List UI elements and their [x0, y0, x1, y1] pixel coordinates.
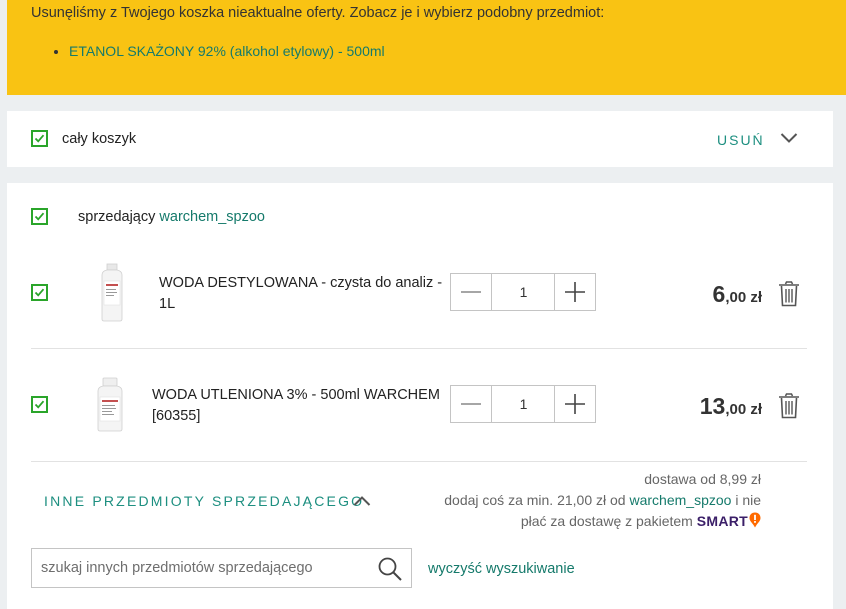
seller-search-input[interactable]	[32, 549, 362, 587]
product-price: 6,00 zł	[642, 281, 762, 308]
remove-button[interactable]: USUŃ	[717, 132, 765, 148]
product-name-line2: [60355]	[152, 408, 201, 424]
quantity-input[interactable]: 1	[492, 274, 555, 310]
row-divider	[31, 461, 807, 462]
price-decimal: ,00 zł	[725, 401, 762, 418]
quantity-stepper: 1	[450, 273, 596, 311]
removed-offers-notice: Usunęliśmy z Twojego koszka nieaktualne …	[7, 0, 846, 95]
select-all-checkbox[interactable]	[31, 130, 48, 147]
increase-quantity-button[interactable]	[554, 274, 595, 310]
notice-message: Usunęliśmy z Twojego koszka nieaktualne …	[31, 5, 605, 21]
seller-name-link[interactable]: warchem_spzoo	[629, 492, 731, 508]
quantity-stepper: 1	[450, 385, 596, 423]
removed-offers-list: ETANOL SKAŻONY 92% (alkohol etylowy) - 5…	[31, 42, 846, 60]
product-thumbnail[interactable]	[94, 377, 126, 433]
chevron-down-icon[interactable]	[780, 132, 798, 144]
seller-section: sprzedający warchem_spzoo WODA DESTYLOWA…	[7, 183, 833, 609]
product-name-line1: WODA DESTYLOWANA - czysta do analiz -	[159, 275, 443, 291]
minus-icon	[461, 291, 481, 293]
check-icon	[34, 212, 45, 221]
product-price: 13,00 zł	[642, 393, 762, 420]
removed-offer-link[interactable]: ETANOL SKAŻONY 92% (alkohol etylowy) - 5…	[69, 42, 846, 60]
increase-quantity-button[interactable]	[554, 386, 595, 422]
product-name-link[interactable]: WODA UTLENIONA 3% - 500ml WARCHEM [60355…	[152, 385, 440, 427]
product-name-line1: WODA UTLENIONA 3% - 500ml WARCHEM	[152, 387, 440, 403]
price-integer: 6	[712, 281, 726, 307]
product-name-link[interactable]: WODA DESTYLOWANA - czysta do analiz - 1L	[159, 273, 442, 315]
search-icon[interactable]	[377, 556, 403, 582]
check-icon	[34, 134, 45, 143]
other-seller-items-toggle[interactable]: INNE PRZEDMIOTY SPRZEDAJĄCEGO	[44, 493, 364, 509]
trash-icon[interactable]	[778, 393, 800, 419]
row-divider	[31, 348, 807, 349]
smart-badge-icon	[749, 512, 761, 528]
seller-name-link[interactable]: warchem_spzoo	[159, 209, 265, 225]
minus-icon	[461, 403, 481, 405]
clear-search-link[interactable]: wyczyść wyszukiwanie	[428, 561, 575, 577]
seller-search-box	[31, 548, 412, 588]
check-icon	[34, 400, 45, 409]
plus-icon	[565, 394, 585, 414]
product-checkbox[interactable]	[31, 284, 48, 301]
decrease-quantity-button[interactable]	[451, 274, 492, 310]
product-name-line2: 1L	[159, 296, 176, 312]
seller-label: sprzedający warchem_spzoo	[78, 209, 265, 225]
seller-checkbox[interactable]	[31, 208, 48, 225]
product-checkbox[interactable]	[31, 396, 48, 413]
decrease-quantity-button[interactable]	[451, 386, 492, 422]
delivery-cost: dostawa od 8,99 zł	[644, 471, 761, 487]
price-decimal: ,00 zł	[725, 289, 762, 306]
trash-icon[interactable]	[778, 281, 800, 307]
whole-cart-bar: cały koszyk USUŃ	[7, 111, 833, 167]
quantity-input[interactable]: 1	[492, 386, 555, 422]
plus-icon	[565, 282, 585, 302]
product-thumbnail[interactable]	[97, 263, 127, 323]
price-integer: 13	[699, 393, 726, 419]
free-delivery-hint: dodaj coś za min. 21,00 zł od warchem_sp…	[444, 492, 761, 508]
seller-prefix: sprzedający	[78, 209, 156, 225]
check-icon	[34, 288, 45, 297]
select-all-label: cały koszyk	[62, 131, 137, 147]
smart-logo: SMART	[696, 513, 748, 529]
smart-package-hint: płać za dostawę z pakietem SMART	[341, 511, 761, 532]
delivery-info: dostawa od 8,99 zł dodaj coś za min. 21,…	[341, 469, 761, 532]
